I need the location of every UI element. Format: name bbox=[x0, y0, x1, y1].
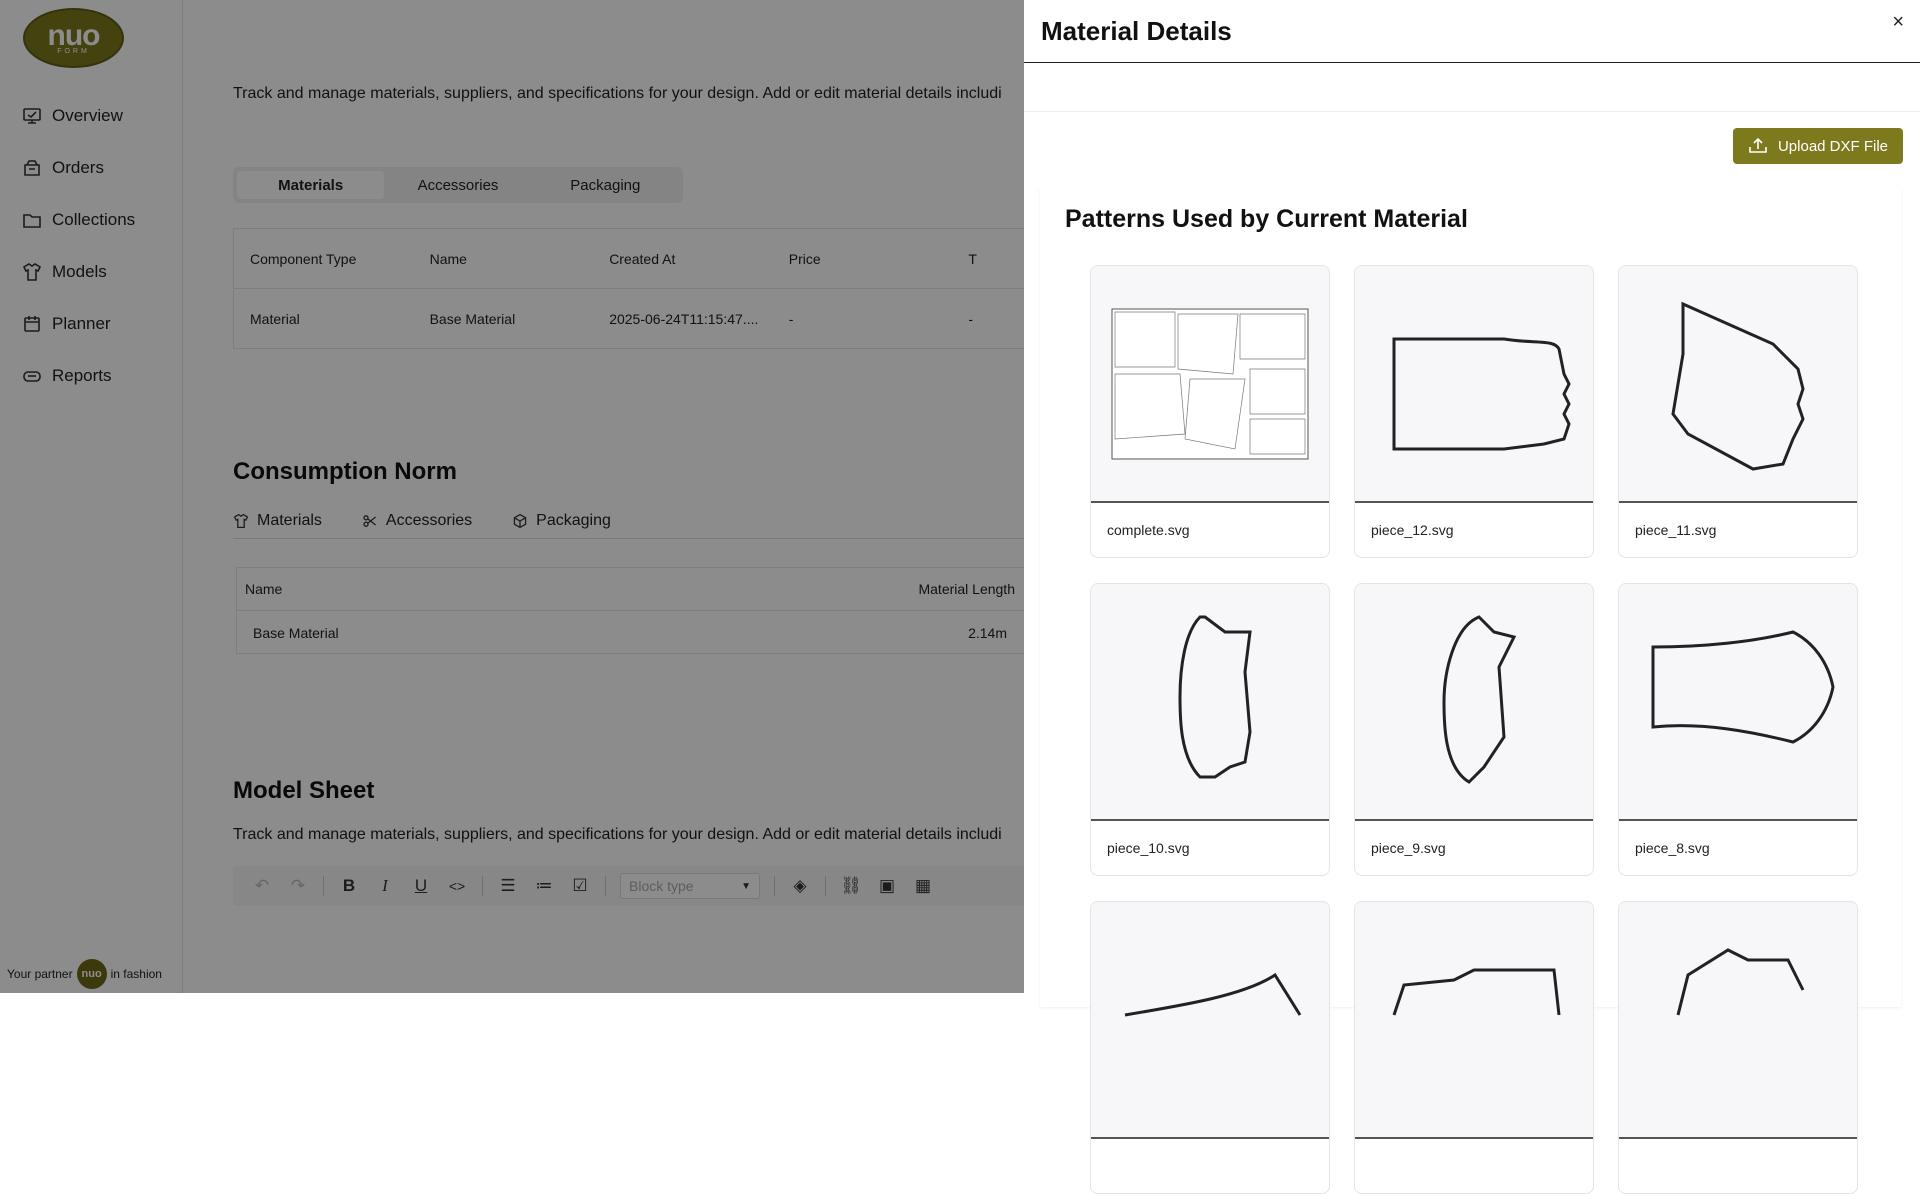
pattern-card[interactable] bbox=[1090, 901, 1330, 1194]
pattern-preview bbox=[1091, 902, 1329, 1139]
pattern-image bbox=[1442, 614, 1517, 784]
pattern-card[interactable] bbox=[1354, 901, 1594, 1194]
pattern-card[interactable] bbox=[1618, 901, 1858, 1194]
material-details-drawer: Material Details × Upload DXF File Patte… bbox=[1024, 0, 1920, 1194]
pattern-preview bbox=[1091, 584, 1329, 821]
upload-label: Upload DXF File bbox=[1777, 137, 1889, 155]
pattern-card[interactable]: complete.svg bbox=[1090, 265, 1330, 558]
pattern-card[interactable]: piece_9.svg bbox=[1354, 583, 1594, 876]
pattern-name: complete.svg bbox=[1107, 522, 1190, 538]
close-icon[interactable]: × bbox=[1892, 11, 1904, 34]
pattern-name: piece_11.svg bbox=[1635, 522, 1717, 538]
pattern-preview bbox=[1355, 584, 1593, 821]
pattern-card[interactable]: piece_10.svg bbox=[1090, 583, 1330, 876]
pattern-preview bbox=[1355, 266, 1593, 503]
pattern-name bbox=[1091, 1139, 1329, 1158]
pattern-preview bbox=[1619, 584, 1857, 821]
pattern-name: piece_8.svg bbox=[1635, 840, 1710, 856]
pattern-image bbox=[1111, 308, 1309, 459]
pattern-name bbox=[1355, 1139, 1593, 1158]
patterns-card: Patterns Used by Current Material comple… bbox=[1040, 187, 1901, 1194]
pattern-name: piece_10.svg bbox=[1107, 840, 1190, 856]
pattern-image bbox=[1651, 629, 1835, 744]
pattern-image bbox=[1676, 947, 1805, 1015]
pattern-image bbox=[1392, 968, 1561, 1015]
pattern-card[interactable]: piece_8.svg bbox=[1618, 583, 1858, 876]
pattern-image bbox=[1124, 972, 1302, 1016]
pattern-card[interactable]: piece_12.svg bbox=[1354, 265, 1594, 558]
pattern-name: piece_12.svg bbox=[1371, 522, 1454, 538]
pattern-image bbox=[1392, 337, 1571, 450]
pattern-card[interactable]: piece_11.svg bbox=[1618, 265, 1858, 558]
pattern-preview bbox=[1619, 266, 1857, 503]
pattern-name: piece_9.svg bbox=[1371, 840, 1446, 856]
patterns-title: Patterns Used by Current Material bbox=[1065, 205, 1468, 233]
drawer-subheader bbox=[1024, 63, 1920, 112]
upload-dxf-button[interactable]: Upload DXF File bbox=[1733, 128, 1903, 164]
pattern-preview bbox=[1619, 902, 1857, 1139]
pattern-name bbox=[1619, 1139, 1857, 1158]
pattern-image bbox=[1178, 615, 1252, 778]
upload-icon bbox=[1749, 138, 1767, 153]
drawer-title: Material Details bbox=[1024, 0, 1920, 63]
pattern-preview bbox=[1355, 902, 1593, 1139]
pattern-image bbox=[1671, 301, 1805, 471]
pattern-preview bbox=[1091, 266, 1329, 503]
